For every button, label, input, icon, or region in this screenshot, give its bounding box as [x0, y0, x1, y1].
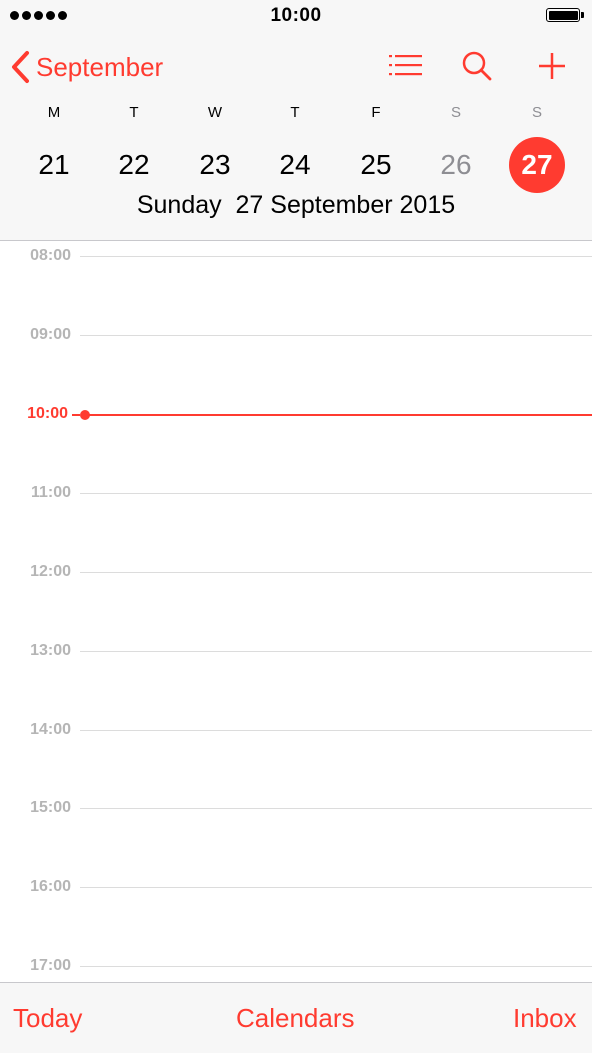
hour-row: 15:00 — [0, 798, 592, 818]
current-time-line — [88, 414, 592, 416]
calendars-button[interactable]: Calendars — [236, 1003, 355, 1034]
back-button[interactable]: September — [10, 48, 163, 86]
battery-icon — [546, 8, 584, 22]
day-number[interactable]: 23 — [187, 137, 243, 193]
hour-divider — [80, 808, 592, 809]
day-number[interactable]: 22 — [106, 137, 162, 193]
hour-divider — [80, 335, 592, 336]
back-label: September — [36, 51, 164, 82]
plus-icon — [539, 53, 565, 79]
hour-divider — [80, 651, 592, 652]
hour-label: 15:00 — [30, 799, 71, 816]
hour-divider — [80, 887, 592, 888]
selected-date-title: Sunday 27 September 2015 — [136, 191, 456, 219]
status-bar: 10:00 — [0, 0, 592, 34]
weekday-letter: S — [450, 104, 461, 121]
weekday-letter: T — [290, 104, 300, 121]
day-number[interactable]: 25 — [348, 137, 404, 193]
selected-day-number[interactable]: 27 — [509, 137, 565, 193]
hour-label: 17:00 — [30, 957, 71, 974]
current-time-indicator: 10:00 — [0, 404, 592, 424]
hour-row: 17:00 — [0, 956, 592, 976]
weekday-letter: S — [531, 104, 542, 121]
list-view-button[interactable] — [384, 46, 428, 86]
hour-label: 12:00 — [30, 563, 71, 580]
day-number[interactable]: 26 — [428, 137, 484, 193]
hour-divider — [80, 966, 592, 967]
hour-row: 08:00 — [0, 246, 592, 266]
hour-row: 16:00 — [0, 877, 592, 897]
hour-row: 13:00 — [0, 641, 592, 661]
weekday-letter: T — [129, 104, 139, 121]
add-event-button[interactable] — [530, 46, 574, 86]
status-time: 10:00 — [270, 5, 322, 26]
current-time-tick — [72, 414, 80, 416]
hour-label: 16:00 — [30, 878, 71, 895]
today-button[interactable]: Today — [13, 1003, 82, 1034]
weekday-letter: W — [207, 104, 223, 121]
hour-row: 09:00 — [0, 325, 592, 345]
weekday-letter: F — [371, 104, 381, 121]
hour-label: 14:00 — [30, 721, 71, 738]
bottom-toolbar: Today Calendars Inbox — [0, 982, 592, 1053]
search-button[interactable] — [456, 46, 500, 86]
hour-label: 11:00 — [30, 484, 71, 501]
hour-row: 12:00 — [0, 562, 592, 582]
hour-divider — [80, 493, 592, 494]
hour-row: 14:00 — [0, 720, 592, 740]
weekday-letter: M — [47, 104, 61, 121]
hour-row: 11:00 — [0, 483, 592, 503]
current-time-label: 10:00 — [27, 405, 68, 422]
inbox-button[interactable]: Inbox — [513, 1003, 577, 1034]
hour-label: 08:00 — [30, 247, 71, 264]
hour-divider — [80, 256, 592, 257]
day-number[interactable]: 21 — [26, 137, 82, 193]
hour-label: 09:00 — [30, 326, 71, 343]
search-icon — [462, 51, 492, 81]
hour-divider — [80, 572, 592, 573]
header: 10:00 September M 21 T 22 W 23 T 24 F 25… — [0, 0, 592, 241]
list-icon — [389, 55, 422, 76]
day-number[interactable]: 24 — [267, 137, 323, 193]
hour-label: 13:00 — [30, 642, 71, 659]
hour-divider — [80, 730, 592, 731]
chevron-left-icon — [12, 51, 29, 83]
